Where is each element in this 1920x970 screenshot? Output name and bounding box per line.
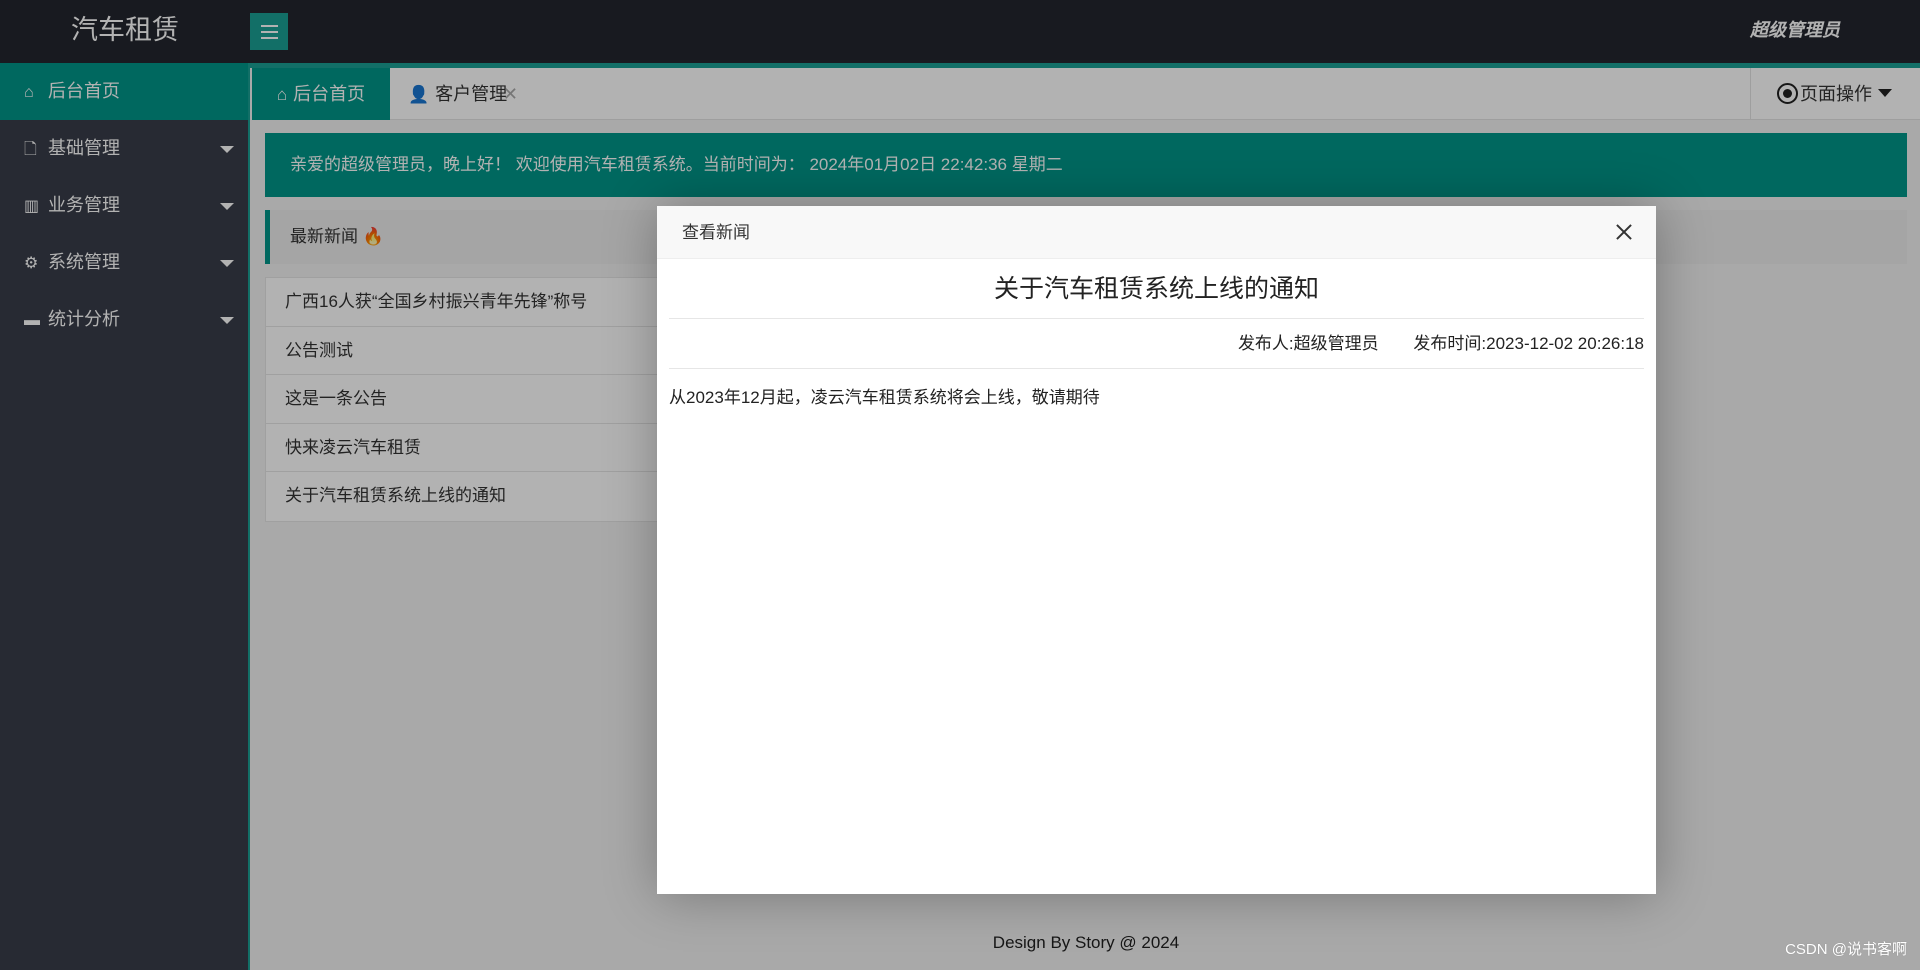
news-meta: 发布人:超级管理员 发布时间:2023-12-02 20:26:18 bbox=[669, 319, 1644, 369]
dialog-title: 查看新闻 bbox=[682, 223, 750, 242]
news-publish-time: 发布时间:2023-12-02 20:26:18 bbox=[1413, 334, 1644, 353]
dialog-body: 关于汽车租赁系统上线的通知 发布人:超级管理员 发布时间:2023-12-02 … bbox=[657, 259, 1656, 408]
news-publisher: 发布人:超级管理员 bbox=[1237, 334, 1379, 353]
close-icon[interactable] bbox=[1612, 220, 1636, 244]
view-news-dialog: 查看新闻 关于汽车租赁系统上线的通知 发布人:超级管理员 发布时间:2023-1… bbox=[657, 206, 1656, 894]
news-content: 从2023年12月起，凌云汽车租赁系统将会上线，敬请期待 bbox=[669, 388, 1100, 407]
dialog-header: 查看新闻 bbox=[657, 206, 1656, 259]
news-title: 关于汽车租赁系统上线的通知 bbox=[669, 259, 1644, 319]
watermark: CSDN @说书客啊 bbox=[1785, 941, 1907, 958]
